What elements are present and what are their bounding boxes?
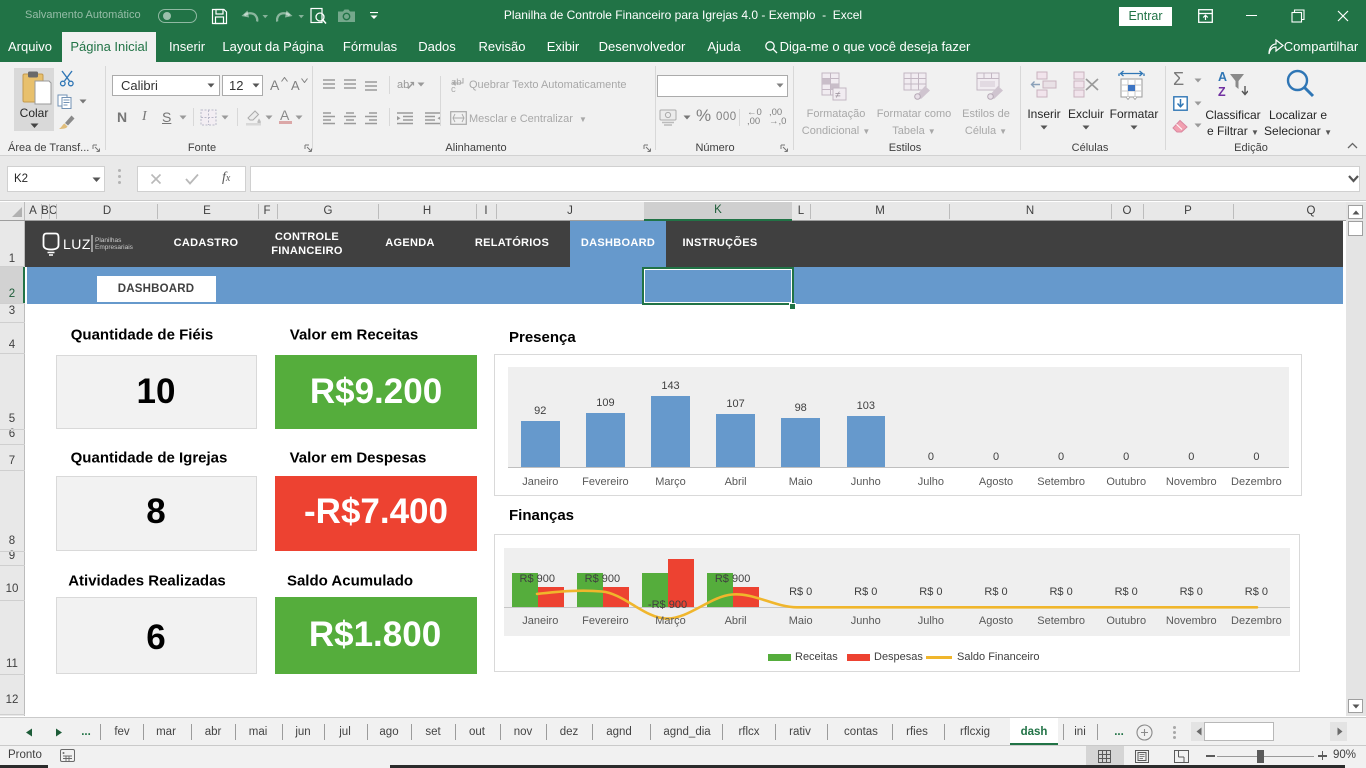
svg-text:≠: ≠ (835, 90, 841, 101)
svg-text:A: A (1218, 70, 1227, 84)
svg-text:c: c (451, 84, 456, 93)
svg-text:Z: Z (1218, 85, 1226, 99)
svg-text:ab: ab (397, 79, 409, 91)
